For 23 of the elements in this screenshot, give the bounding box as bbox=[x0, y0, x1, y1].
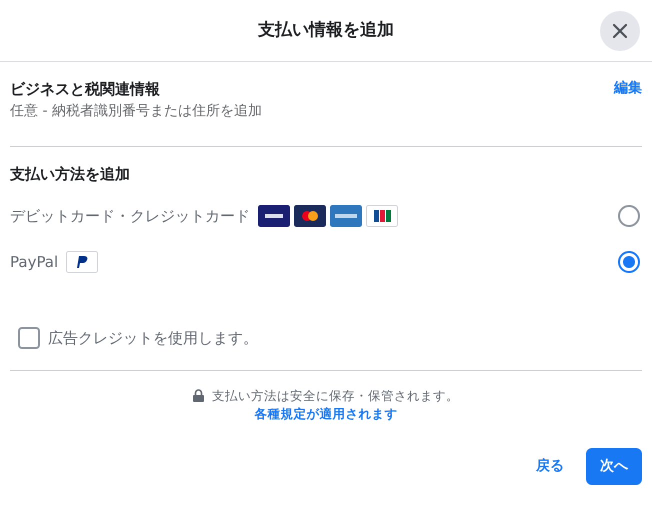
back-button[interactable]: 戻る bbox=[530, 455, 570, 478]
card-icon bbox=[66, 251, 98, 273]
checkbox[interactable] bbox=[18, 327, 40, 350]
edit-link[interactable]: 編集 bbox=[614, 78, 642, 122]
terms-link[interactable]: 各種規定が適用されます bbox=[254, 405, 398, 424]
section-subtitle: 任意 - 納税者識別番号または住所を追加 bbox=[10, 102, 262, 120]
next-button[interactable]: 次へ bbox=[586, 448, 642, 485]
card-icon bbox=[330, 205, 362, 227]
payment-method-label: PayPal bbox=[10, 252, 58, 273]
close-button[interactable] bbox=[600, 11, 640, 51]
card-icon bbox=[294, 205, 326, 227]
card-icon bbox=[258, 205, 290, 227]
radio-button[interactable] bbox=[618, 251, 640, 273]
close-icon bbox=[612, 23, 628, 39]
payment-method-label: デビットカード・クレジットカード bbox=[10, 206, 250, 227]
card-icon bbox=[366, 205, 398, 227]
lock-icon bbox=[193, 389, 204, 402]
section-heading: ビジネスと税関連情報 bbox=[10, 79, 161, 100]
security-note: 支払い方法は安全に保存・保管されます。 bbox=[212, 386, 459, 404]
section-heading: 支払い方法を追加 bbox=[10, 164, 131, 184]
radio-button[interactable] bbox=[618, 205, 640, 227]
dialog-title: 支払い情報を追加 bbox=[258, 18, 394, 42]
checkbox-label: 広告クレジットを使用します。 bbox=[48, 328, 258, 349]
